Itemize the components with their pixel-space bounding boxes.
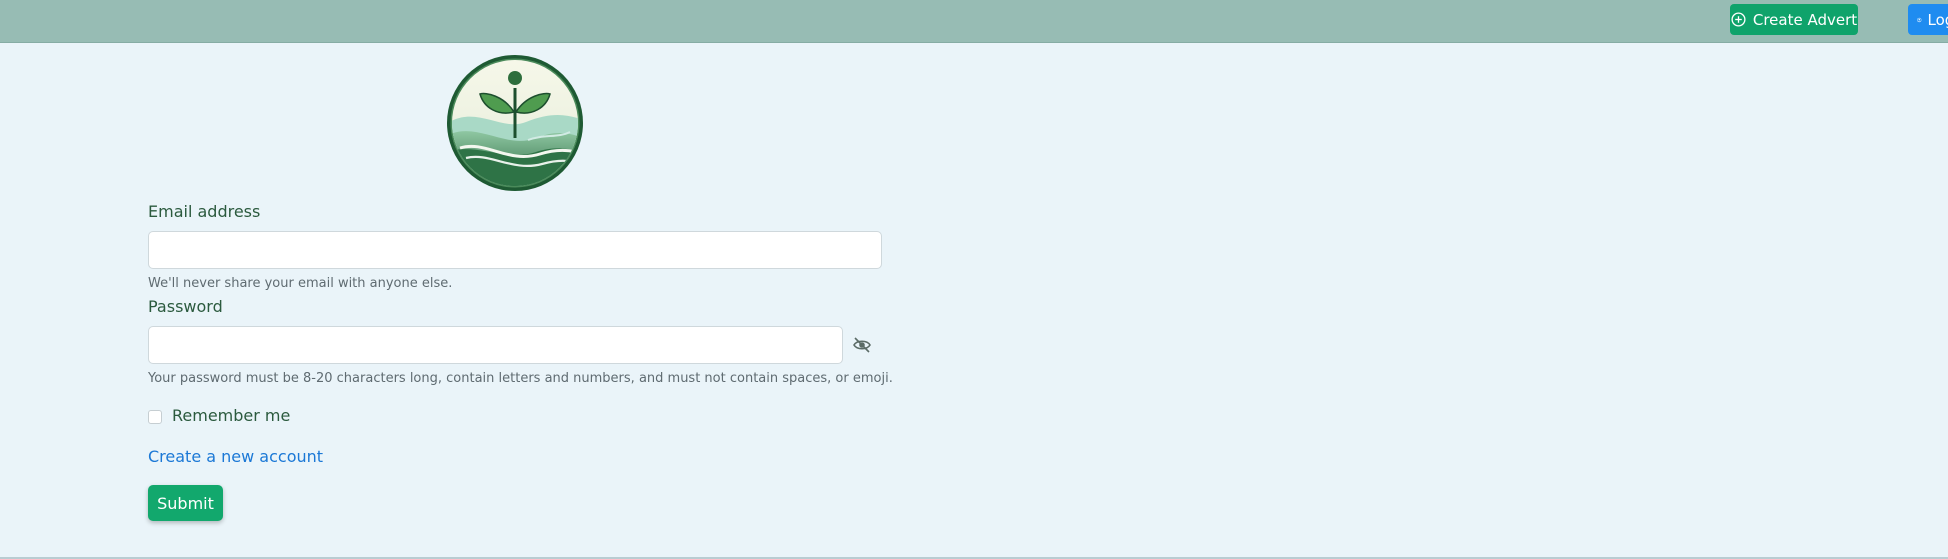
- eye-slash-icon[interactable]: [852, 336, 872, 354]
- email-label: Email address: [148, 202, 261, 221]
- password-label: Password: [148, 297, 223, 316]
- password-field[interactable]: [148, 326, 843, 364]
- remember-me-checkbox[interactable]: [148, 410, 162, 424]
- email-help-text: We'll never share your email with anyone…: [148, 276, 453, 291]
- create-advert-button[interactable]: Create Advert: [1730, 4, 1858, 35]
- login-button[interactable]: Login: [1908, 4, 1948, 35]
- create-advert-label: Create Advert: [1752, 10, 1858, 29]
- email-field[interactable]: [148, 231, 882, 269]
- top-navbar: Create Advert Login: [0, 0, 1948, 43]
- user-circle-icon: [1917, 17, 1922, 22]
- sprout-logo-icon: [447, 55, 583, 191]
- password-help-text: Your password must be 8-20 characters lo…: [148, 371, 893, 386]
- plus-circle-icon: [1731, 12, 1746, 27]
- submit-button[interactable]: Submit: [148, 485, 223, 521]
- login-label: Login: [1927, 10, 1948, 29]
- create-account-link[interactable]: Create a new account: [148, 447, 323, 466]
- remember-me-label[interactable]: Remember me: [172, 406, 290, 425]
